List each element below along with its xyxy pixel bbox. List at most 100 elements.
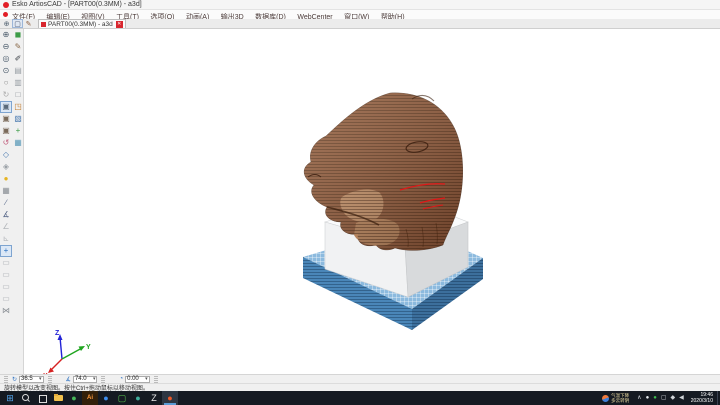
taskbar-app[interactable]: ● (98, 391, 114, 405)
view-angle-bar: ↻ 36.5 ▾ ∡ 74.0 ▾ ◔ 0.00 (0, 374, 720, 383)
tool-icon[interactable]: ∡ (0, 209, 12, 221)
angle-value: 0.00 (127, 376, 143, 382)
tool-icon[interactable]: ● (0, 173, 12, 185)
tray-icon[interactable]: ∧ (637, 391, 641, 405)
tool-icon[interactable]: ◇ (0, 149, 12, 161)
tool-icon[interactable]: ▣ (0, 113, 12, 125)
taskbar-clock[interactable]: 19:46 2020/3/10 (691, 392, 713, 404)
tool-icon[interactable]: ▧ (12, 113, 24, 125)
tool-icon[interactable]: + (12, 125, 24, 137)
tray-icon[interactable]: ◆ (671, 391, 676, 405)
dropdown-caret-icon[interactable]: ▾ (39, 376, 42, 382)
angle-icon: ∡ (66, 376, 71, 383)
tool-icon[interactable]: ○ (0, 77, 12, 89)
tool-icon[interactable]: ▭ (0, 257, 12, 269)
dropdown-caret-icon[interactable]: ▾ (145, 376, 148, 382)
dropdown-caret-icon[interactable]: ▾ (93, 376, 96, 382)
tool-icon[interactable]: ▥ (12, 77, 24, 89)
taskbar-app[interactable]: Z (146, 391, 162, 405)
tool-icon[interactable]: ↺ (0, 137, 12, 149)
toolbar-grip[interactable] (154, 376, 158, 383)
angle-input[interactable]: 36.5 ▾ (19, 376, 44, 383)
tool-icon[interactable]: ⊾ (0, 233, 12, 245)
quick-tool-icon[interactable]: ⊕ (1, 19, 12, 28)
tool-icon[interactable]: ⊖ (0, 41, 12, 53)
tool-icon[interactable]: ◎ (0, 53, 12, 65)
tool-icon[interactable]: ✐ (12, 53, 24, 65)
angle-value: 74.0 (75, 376, 91, 382)
weather-widget[interactable]: 气温下降 多云转阴 (602, 393, 629, 403)
tray-icon[interactable]: ● (646, 391, 650, 405)
tool-icon[interactable]: ∕ (0, 197, 12, 209)
tool-icon[interactable]: ⊕ (0, 29, 12, 41)
taskbar-app[interactable]: ⊞ (2, 391, 18, 405)
toolbar-column-1: ⊕ ⊖ ◎ ⊙ ○ ↻ ▣ ▣ ▣ ↺ ◇ ◈ (0, 29, 12, 317)
document-tab-label: PART00(0.3MM) - a3d (48, 21, 113, 28)
angle-control: ◔ 0.00 ▾ (119, 376, 161, 383)
taskbar-app[interactable] (34, 391, 50, 405)
windows-taskbar: ⊞ ● Ai ● (0, 391, 720, 405)
tool-icon[interactable]: + (0, 245, 12, 257)
axis-z-label: Z (55, 330, 60, 337)
quick-tool-icon[interactable]: ▢ (12, 19, 23, 28)
taskbar-app[interactable]: ▢ (114, 391, 130, 405)
quick-tool-icon[interactable]: ✎ (23, 19, 34, 28)
3d-model-canvas: Z Y X (24, 29, 720, 374)
tool-icon[interactable]: ∠ (0, 221, 12, 233)
taskbar-apps: ⊞ ● Ai ● (0, 391, 178, 405)
angle-input[interactable]: 0.00 ▾ (125, 376, 150, 383)
3d-viewport[interactable]: Z Y X (24, 29, 720, 374)
taskbar-app[interactable]: ● (162, 391, 178, 405)
tool-icon[interactable]: □ (12, 89, 24, 101)
tool-icon[interactable]: ◼ (12, 29, 24, 41)
left-toolbar: ⊕ ⊖ ◎ ⊙ ○ ↻ ▣ ▣ ▣ ↺ ◇ ◈ (0, 29, 24, 374)
tool-icon[interactable]: ▣ (0, 101, 12, 113)
taskbar-app[interactable]: Ai (82, 391, 98, 405)
tool-icon[interactable]: ▭ (0, 281, 12, 293)
system-tray-area: 气温下降 多云转阴 ∧ ● ● ▢ ◆ ◀ 19:46 2020/3/10 (602, 391, 720, 405)
weather-line2: 多云转阴 (611, 398, 629, 403)
tool-icon[interactable]: ⋈ (0, 305, 12, 317)
status-bar: 旋转模型以改变视图。按住Ctrl+拖动鼠标以移动视图。 (0, 383, 720, 391)
quick-toolbar: ⊕ ▢ ✎ (0, 19, 34, 29)
angle-control: ∡ 74.0 ▾ (66, 376, 110, 383)
tool-icon[interactable]: ⊙ (0, 65, 12, 77)
tool-icon[interactable]: ▭ (0, 269, 12, 281)
toolbar-grip[interactable] (4, 376, 8, 383)
angle-input[interactable]: 74.0 ▾ (73, 376, 98, 383)
tray-icons: ∧ ● ● ▢ ◆ ◀ (635, 391, 686, 405)
tool-icon[interactable]: ◳ (12, 101, 24, 113)
angle-controls: ↻ 36.5 ▾ ∡ 74.0 ▾ ◔ 0.00 (12, 376, 172, 383)
tab-row: ⊕ ▢ ✎ PART00(0.3MM) - a3d ✕ (0, 19, 720, 29)
document-tab[interactable]: PART00(0.3MM) - a3d ✕ (38, 19, 126, 28)
axis-y-label: Y (86, 344, 91, 351)
angle-control: ↻ 36.5 ▾ (12, 376, 56, 383)
tool-icon[interactable]: ▭ (0, 293, 12, 305)
tool-icon[interactable]: ▤ (12, 65, 24, 77)
tray-icon[interactable]: ▢ (661, 391, 667, 405)
toolbar-column-2: ◼ ✎ ✐ ▤ ▥ □ ◳ ▧ + ▦ (12, 29, 24, 149)
clock-date: 2020/3/10 (691, 398, 713, 404)
taskbar-app[interactable]: ● (130, 391, 146, 405)
angle-value: 36.5 (21, 376, 37, 382)
taskbar-app[interactable]: ● (66, 391, 82, 405)
tool-icon[interactable]: ▦ (12, 137, 24, 149)
esko-logo-icon (3, 2, 9, 8)
document-icon (41, 22, 46, 27)
tray-icon[interactable]: ◀ (679, 391, 684, 405)
tab-close-icon[interactable]: ✕ (116, 21, 123, 28)
toolbar-grip[interactable] (101, 376, 105, 383)
toolbar-grip[interactable] (48, 376, 52, 383)
tray-icon[interactable]: ● (653, 391, 657, 405)
taskbar-app[interactable] (50, 391, 66, 405)
taskbar-app[interactable] (18, 391, 34, 405)
tool-icon[interactable]: ▦ (0, 185, 12, 197)
tool-icon[interactable]: ↻ (0, 89, 12, 101)
tool-icon[interactable]: ▣ (0, 125, 12, 137)
weather-icon (602, 395, 609, 402)
main-area: ⊕ ⊖ ◎ ⊙ ○ ↻ ▣ ▣ ▣ ↺ ◇ ◈ (0, 29, 720, 374)
app-icon (3, 12, 8, 17)
tool-icon[interactable]: ◈ (0, 161, 12, 173)
tool-icon[interactable]: ✎ (12, 41, 24, 53)
menu-bar: 文件(F) 编辑(E) 视图(V) 工具(T) 选项(O) 动画(A) 输出3D… (0, 10, 720, 19)
